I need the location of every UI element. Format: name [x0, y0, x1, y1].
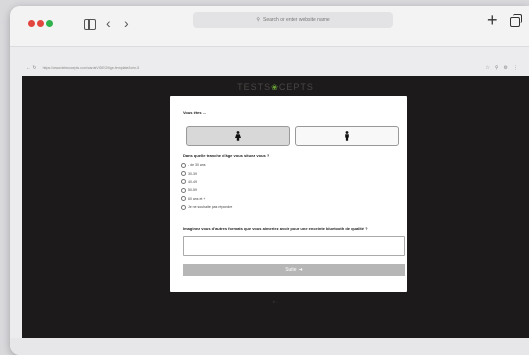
age-option[interactable]: - de 30 ans: [181, 161, 232, 169]
radio-icon[interactable]: [181, 171, 186, 177]
male-option-button[interactable]: [295, 126, 399, 146]
radio-icon[interactable]: [181, 204, 186, 210]
inner-nav-icons[interactable]: ← ↻: [26, 65, 37, 71]
minimize-window-icon[interactable]: [37, 20, 44, 27]
age-option[interactable]: 50-59: [181, 186, 232, 194]
forward-icon[interactable]: ›: [124, 15, 129, 31]
search-icon: ⚲: [256, 17, 260, 23]
radio-icon[interactable]: [181, 162, 186, 168]
age-option[interactable]: 30-39: [181, 169, 232, 177]
site-footer: © ...: [272, 300, 279, 304]
age-option[interactable]: 60 ans et +: [181, 195, 232, 203]
age-options: - de 30 ans 30-39 40-49 50-59 60 ans et …: [181, 161, 232, 211]
browser-toolbar: ‹ › ⚲ Search or enter website name +: [10, 6, 529, 47]
formats-textarea[interactable]: [183, 236, 405, 256]
inner-url[interactable]: https://www.tetesxcepts.com/cardsVIDEO/f…: [43, 66, 139, 70]
male-icon: [345, 131, 349, 141]
age-option[interactable]: 40-49: [181, 178, 232, 186]
submit-button[interactable]: Suite ➜: [183, 264, 405, 276]
site-logo: TESTS❀CEPTS: [237, 82, 314, 92]
sidebar-toggle-icon[interactable]: [84, 19, 96, 30]
inner-toolbar-icons[interactable]: ☆⚲⚙⋮: [485, 65, 523, 71]
question-formats: Imaginez vous d'autres formats que vous …: [183, 226, 368, 231]
back-icon[interactable]: ‹: [106, 15, 111, 31]
tab-overview-icon[interactable]: [510, 14, 522, 27]
radio-icon[interactable]: [181, 187, 186, 193]
site-page: TESTS❀CEPTS Vous êtes ... Dans quelle tr…: [22, 76, 529, 338]
survey-card: Vous êtes ... Dans quelle tranche d'âge …: [170, 96, 407, 292]
close-window-icon[interactable]: [28, 20, 35, 27]
radio-icon[interactable]: [181, 196, 186, 202]
question-gender: Vous êtes ...: [183, 110, 207, 115]
address-bar[interactable]: ⚲ Search or enter website name: [193, 12, 393, 28]
inner-url-bar: ← ↻ https://www.tetesxcepts.com/cardsVID…: [10, 62, 529, 74]
maximize-window-icon[interactable]: [46, 20, 53, 27]
leaf-icon: ❀: [271, 83, 279, 92]
female-option-button[interactable]: [186, 126, 290, 146]
window-bottom: [10, 338, 529, 355]
arrow-right-icon: ➜: [298, 267, 303, 273]
female-icon: [235, 131, 241, 141]
age-option[interactable]: Je ne souhaite pas répondre: [181, 203, 232, 211]
browser-window: ‹ › ⚲ Search or enter website name + ← ↻…: [10, 6, 529, 355]
question-age: Dans quelle tranche d'âge vous situez vo…: [183, 153, 270, 158]
new-tab-icon[interactable]: +: [487, 11, 498, 29]
address-placeholder: Search or enter website name: [262, 17, 330, 23]
radio-icon[interactable]: [181, 179, 186, 185]
